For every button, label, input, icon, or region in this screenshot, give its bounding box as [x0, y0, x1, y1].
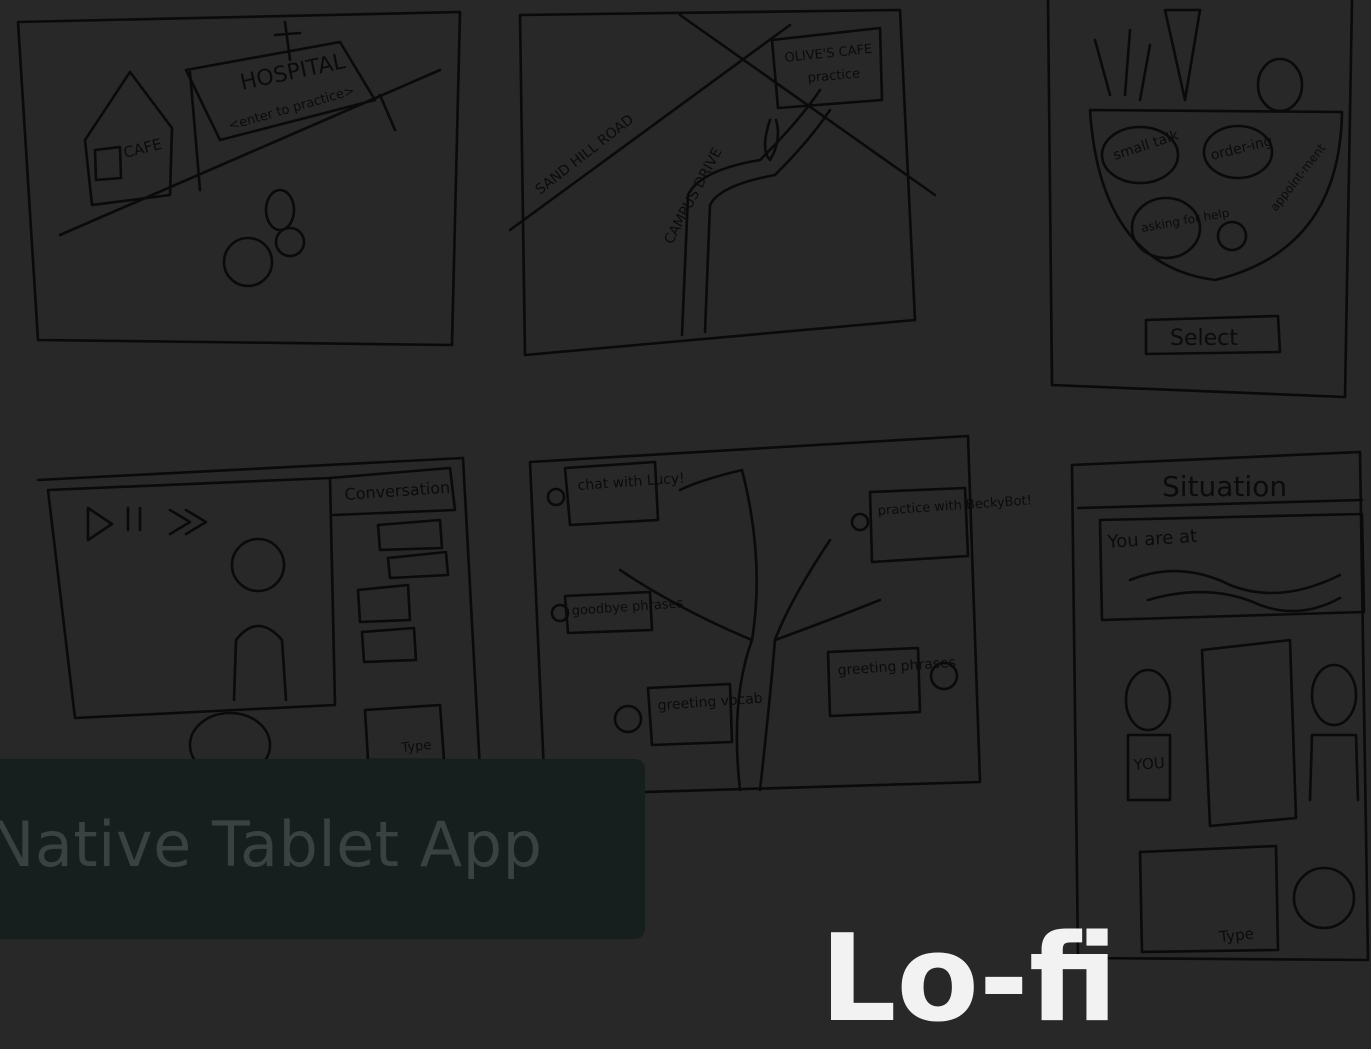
topic-ordering: order-ing [1209, 133, 1274, 164]
sketch-conversation: Conversation Type [36, 456, 482, 779]
situation-you-label: YOU [1132, 754, 1165, 774]
situation-type-label: Type [1218, 924, 1255, 946]
sketch-hospital: HOSPITAL <enter to practice> CAFE [16, 10, 462, 347]
select-text: Select [1170, 326, 1238, 351]
cafe-text: CAFE [122, 135, 164, 162]
tree-node-greeting-vocab: greeting vocab [657, 691, 763, 714]
tree-node-goodbye: goodbye phrases [571, 596, 684, 619]
tree-node-chat-lucy: chat with Lucy! [577, 471, 685, 494]
caption-title: Native Tablet App [0, 808, 543, 881]
conversation-type-label: Type [400, 738, 432, 756]
overlay-heading: Lo-fi [820, 910, 1118, 1049]
sketch-topic-bowl: small talk order-ing asking for help app… [1046, 0, 1354, 399]
situation-line-text: You are at [1106, 526, 1198, 553]
place-olives-cafe: OLIVE'S CAFE [784, 42, 873, 66]
conversation-panel-title: Conversation [344, 478, 451, 504]
topic-asking-for-help: asking for help [1140, 206, 1230, 235]
sketch-situation: Situation You are at YOU Type [1070, 450, 1370, 962]
tree-node-practice-beckybot: practice with BeckyBot! [877, 493, 1032, 519]
topic-appointment: appoint-ment [1267, 141, 1328, 214]
sketch-map: SAND HILL ROAD CAMPUS DRIVE OLIVE'S CAFE… [508, 8, 937, 357]
road-sand-hill: SAND HILL ROAD [533, 112, 637, 198]
tree-node-greeting-phrases: greeting phrases [837, 655, 956, 679]
sketch-skill-tree: chat with Lucy! practice with BeckyBot! … [528, 434, 1032, 797]
practice-label: practice [807, 66, 861, 86]
situation-title: Situation [1162, 470, 1287, 503]
topic-small-talk: small talk [1111, 127, 1181, 163]
